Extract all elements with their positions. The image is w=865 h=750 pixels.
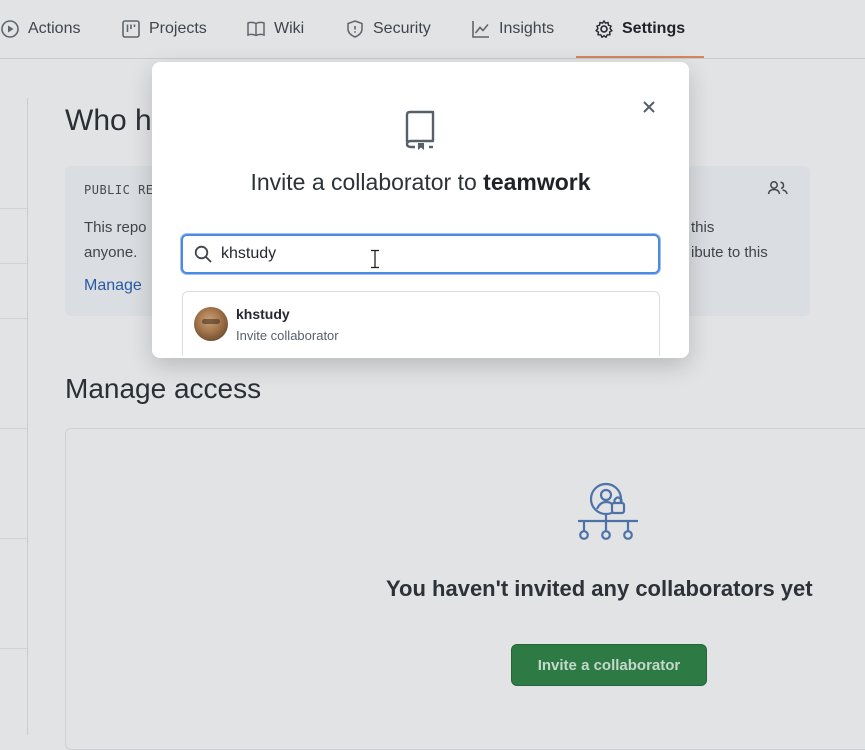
tab-wiki[interactable]: Wiki [246,0,304,58]
tab-label: Projects [149,20,207,37]
public-repo-description-right: this ibute to this [691,215,768,265]
collaborator-lock-icon [578,482,638,540]
tab-actions[interactable]: Actions [0,0,80,58]
tab-projects[interactable]: Projects [121,0,207,58]
tab-insights[interactable]: Insights [471,0,554,58]
sidebar-divider [0,648,27,649]
empty-state-text: You haven't invited any collaborators ye… [386,576,813,601]
user-suggestion-item[interactable]: khstudy Invite collaborator [182,291,660,356]
description-line: anyone. [84,244,138,261]
text-cursor-icon [371,249,379,269]
tab-label: Security [373,20,431,37]
dialog-title-prefix: Invite a collaborator to [250,169,484,195]
suggestion-action: Invite collaborator [236,328,339,343]
dialog-title: Invite a collaborator to teamwork [152,169,689,196]
project-board-icon [122,20,140,38]
suggestion-username: khstudy [236,306,290,322]
active-tab-indicator [576,56,704,58]
invite-collaborator-dialog: Invite a collaborator to teamwork khstud… [152,62,689,358]
tab-label: Actions [28,20,81,37]
search-input[interactable] [221,241,641,267]
tab-label: Insights [499,20,555,37]
manage-link[interactable]: Manage [84,277,142,295]
avatar [194,307,228,341]
description-line: ibute to this [691,244,768,261]
repo-name: teamwork [483,169,591,195]
shield-icon [347,20,363,38]
sidebar-divider [0,428,27,429]
public-repo-label: PUBLIC RE [84,183,154,197]
description-line: this [691,219,715,236]
repo-nav: Actions Projects Wiki Security Insights [0,0,865,59]
tab-settings[interactable]: Settings [594,0,685,58]
play-circle-icon [1,20,19,38]
graph-icon [472,21,489,38]
description-line: This repo [84,219,147,236]
manage-access-box: You haven't invited any collaborators ye… [65,428,865,750]
search-icon [194,245,212,263]
section-title-who-has-access: Who h [65,104,152,137]
settings-sidebar [0,98,28,735]
collaborator-search-field[interactable] [181,234,660,274]
public-repo-description: This repo anyone. [84,215,147,265]
sidebar-divider [0,318,27,319]
people-icon [767,181,788,195]
tab-security[interactable]: Security [345,0,431,58]
sidebar-divider [0,208,27,209]
repo-icon [405,110,435,150]
book-icon [247,21,265,37]
section-title-manage-access: Manage access [65,373,262,404]
gear-icon [595,20,613,38]
invite-collaborator-button[interactable]: Invite a collaborator [511,644,707,686]
sidebar-divider [0,538,27,539]
tab-label: Settings [622,20,686,37]
close-icon[interactable] [638,96,660,118]
sidebar-divider [0,263,27,264]
tab-label: Wiki [274,20,305,37]
